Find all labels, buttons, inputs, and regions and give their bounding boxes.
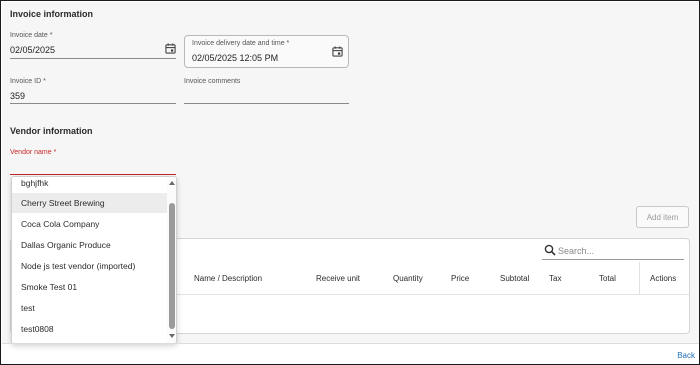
items-search[interactable]	[542, 242, 684, 260]
scroll-up-arrow-icon[interactable]	[169, 181, 175, 185]
dropdown-scrollbar[interactable]	[167, 177, 176, 343]
vendor-option[interactable]: Node js test vendor (imported)	[12, 256, 167, 276]
invoice-comments-underline	[184, 103, 349, 104]
calendar-icon[interactable]	[332, 46, 343, 57]
invoice-id-underline	[10, 103, 176, 104]
delivery-date-field[interactable]: Invoice delivery date and time * 02/05/2…	[184, 35, 349, 68]
invoice-date-label: Invoice date *	[10, 32, 53, 39]
col-header-actions: Actions	[650, 274, 677, 283]
vendor-option[interactable]: Coca Cola Company	[12, 214, 167, 234]
calendar-icon[interactable]	[165, 43, 176, 54]
vendor-option[interactable]: test	[12, 298, 167, 318]
col-header-subtotal: Subtotal	[500, 274, 530, 283]
invoice-section-title: Invoice information	[10, 9, 94, 19]
vendor-option[interactable]: Smoke Test 01	[12, 277, 167, 297]
col-header-quantity: Quantity	[393, 274, 423, 283]
vendor-name-underline	[10, 174, 176, 175]
invoice-id-label: Invoice ID *	[10, 78, 46, 85]
scroll-down-arrow-icon[interactable]	[169, 334, 175, 338]
search-input[interactable]	[558, 243, 680, 258]
footer-divider	[2, 343, 699, 344]
scroll-thumb[interactable]	[169, 203, 175, 329]
vendor-option[interactable]: test0808	[12, 319, 167, 339]
col-header-price: Price	[451, 274, 470, 283]
delivery-date-value: 02/05/2025 12:05 PM	[192, 53, 279, 63]
col-header-receive-unit: Receive unit	[316, 274, 361, 283]
vendor-section-title: Vendor information	[10, 126, 93, 136]
vendor-option[interactable]: bghjfhk	[12, 177, 167, 193]
column-divider	[639, 262, 640, 294]
col-header-total: Total	[599, 274, 616, 283]
add-item-button[interactable]: Add item	[636, 206, 689, 228]
invoice-id-field[interactable]: 359	[10, 91, 25, 101]
delivery-date-label: Invoice delivery date and time *	[192, 40, 290, 47]
col-header-name: Name / Description	[194, 274, 263, 283]
vendor-dropdown-list[interactable]: bghjfhk Cherry Street Brewing Coca Cola …	[11, 176, 177, 344]
search-icon	[544, 244, 556, 256]
col-header-tax: Tax	[549, 274, 562, 283]
vendor-option[interactable]: Dallas Organic Produce	[12, 235, 167, 255]
invoice-comments-label: Invoice comments	[184, 78, 241, 85]
form-panel: Invoice information Invoice date * 02/05…	[2, 2, 699, 344]
vendor-name-label: Vendor name *	[10, 149, 57, 156]
invoice-date-underline	[10, 58, 176, 59]
vendor-option-hovered[interactable]: Cherry Street Brewing	[12, 193, 167, 213]
back-link[interactable]: Back	[677, 351, 695, 360]
invoice-date-field[interactable]: 02/05/2025	[10, 45, 55, 55]
app-window: Invoice information Invoice date * 02/05…	[0, 0, 700, 365]
